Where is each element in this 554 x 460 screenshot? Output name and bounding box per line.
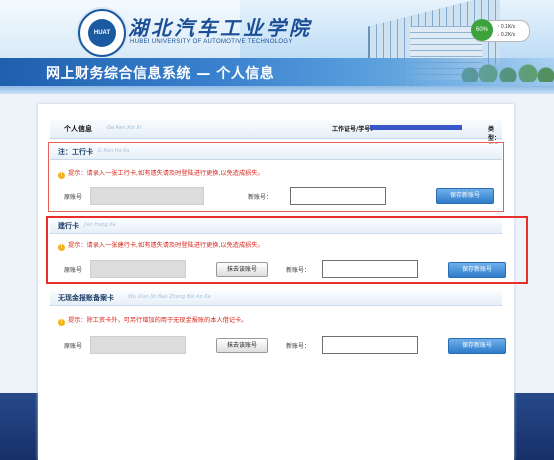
site-header: HUAT 湖北汽车工业学院 HUBEI UNIVERSITY OF AUTOMO… xyxy=(0,0,554,94)
cashless-original-account-field xyxy=(90,336,186,354)
personal-info-title: 个人信息 xyxy=(64,125,92,133)
ccb-original-label: 原账号 xyxy=(64,267,83,274)
download-arrow-icon: ↓ xyxy=(497,32,500,38)
university-logo: HUAT xyxy=(78,9,126,57)
icbc-original-account-field xyxy=(90,187,204,205)
upload-speed-value: 0.1K/s xyxy=(500,24,516,30)
cashless-save-button[interactable]: 保存新账号 xyxy=(448,338,506,354)
cashless-original-label: 原账号 xyxy=(64,343,83,350)
ccb-original-account-field xyxy=(90,260,186,278)
ccb-clear-account-button[interactable]: 抹去该账号 xyxy=(216,262,268,277)
ccb-section-header: 建行卡 Jian Hang Ka xyxy=(50,218,502,234)
personal-info-bar: 个人信息 Ge Ren Xin Xi 工作证号/学号： 类型：学生 xyxy=(50,120,502,151)
cashless-clear-account-button[interactable]: 抹去该账号 xyxy=(216,338,268,353)
upload-arrow-icon: ↑ xyxy=(497,24,500,30)
ccb-save-button[interactable]: 保存新账号 xyxy=(448,262,506,278)
cashless-section: 无现金报账备案卡 Wu Xian Jin Bao Zhang Bei An Ka… xyxy=(50,290,506,356)
icbc-new-account-input[interactable] xyxy=(290,187,386,205)
network-speed-widget[interactable]: 60% ↑ 0.1K/s ↓ 0.2K/s xyxy=(471,19,530,42)
title-banner: 网上财务综合信息系统 — 个人信息 xyxy=(0,58,554,86)
icbc-section-header: 注：工行卡 G Ren Ha Ka xyxy=(50,144,502,160)
cashless-new-account-input[interactable] xyxy=(322,336,418,354)
cashless-section-header: 无现金报账备案卡 Wu Xian Jin Bao Zhang Bei An Ka xyxy=(50,290,502,306)
cashless-section-title: 无现金报账备案卡 xyxy=(58,294,114,302)
school-name-cn: 湖北汽车工业学院 xyxy=(128,16,312,40)
logo-text: HUAT xyxy=(88,19,116,47)
ccb-section: 建行卡 Jian Hang Ka ! 提示：请录入一张建行卡,如有遗失请及时登陆进… xyxy=(50,218,506,278)
ccb-new-account-input[interactable] xyxy=(322,260,418,278)
icbc-section: 注：工行卡 G Ren Ha Ka ! 提示：请录入一张工行卡,如有遗失请及时登陆… xyxy=(50,144,502,210)
page-title: 网上财务综合信息系统 — 个人信息 xyxy=(46,66,275,82)
ccb-section-title: 建行卡 xyxy=(58,222,79,230)
icbc-save-button[interactable]: 保存新账号 xyxy=(436,188,494,204)
icbc-new-label: 新账号： xyxy=(248,194,273,201)
ccb-tip: ! 提示：请录入一张建行卡,如有遗失请及时登陆进行更换,以免造成损失。 xyxy=(58,240,264,251)
icbc-tip-text: 提示：请录入一张工行卡,如有遗失请及时登陆进行更换,以免造成损失。 xyxy=(68,170,264,177)
icbc-original-label: 原账号 xyxy=(64,194,83,201)
content-panel: 个人信息 Ge Ren Xin Xi 工作证号/学号： 类型：学生 注：工行卡 … xyxy=(38,104,528,460)
network-usage-percent: 60% xyxy=(471,19,493,41)
warning-icon: ! xyxy=(58,172,65,179)
icbc-section-title: 注：工行卡 xyxy=(58,148,93,156)
ccb-new-label: 新账号： xyxy=(286,267,311,274)
icbc-section-pinyin: G Ren Ha Ka xyxy=(98,148,130,154)
id-value-redacted xyxy=(370,125,462,130)
warning-icon: ! xyxy=(58,244,65,251)
download-speed-value: 0.2K/s xyxy=(500,32,516,38)
download-speed: ↓ 0.2K/s xyxy=(497,32,515,38)
icbc-tip: ! 提示：请录入一张工行卡,如有遗失请及时登陆进行更换,以免造成损失。 xyxy=(58,168,264,179)
cashless-section-pinyin: Wu Xian Jin Bao Zhang Bei An Ka xyxy=(128,294,211,300)
header-divider xyxy=(0,86,554,94)
warning-icon: ! xyxy=(58,319,65,326)
ccb-section-pinyin: Jian Hang Ka xyxy=(84,222,116,228)
school-name-en: HUBEI UNIVERSITY OF AUTOMOTIVE TECHNOLOG… xyxy=(130,39,293,45)
cashless-new-label: 新账号： xyxy=(286,343,311,350)
cashless-tip: ! 提示：除工资卡外，可另行增加的用于无现金报账的本人借记卡。 xyxy=(58,315,247,326)
personal-info-pinyin: Ge Ren Xin Xi xyxy=(107,125,142,131)
cashless-tip-text: 提示：除工资卡外，可另行增加的用于无现金报账的本人借记卡。 xyxy=(68,317,248,324)
upload-speed: ↑ 0.1K/s xyxy=(497,24,515,30)
ccb-tip-text: 提示：请录入一张建行卡,如有遗失请及时登陆进行更换,以免造成损失。 xyxy=(68,242,264,249)
